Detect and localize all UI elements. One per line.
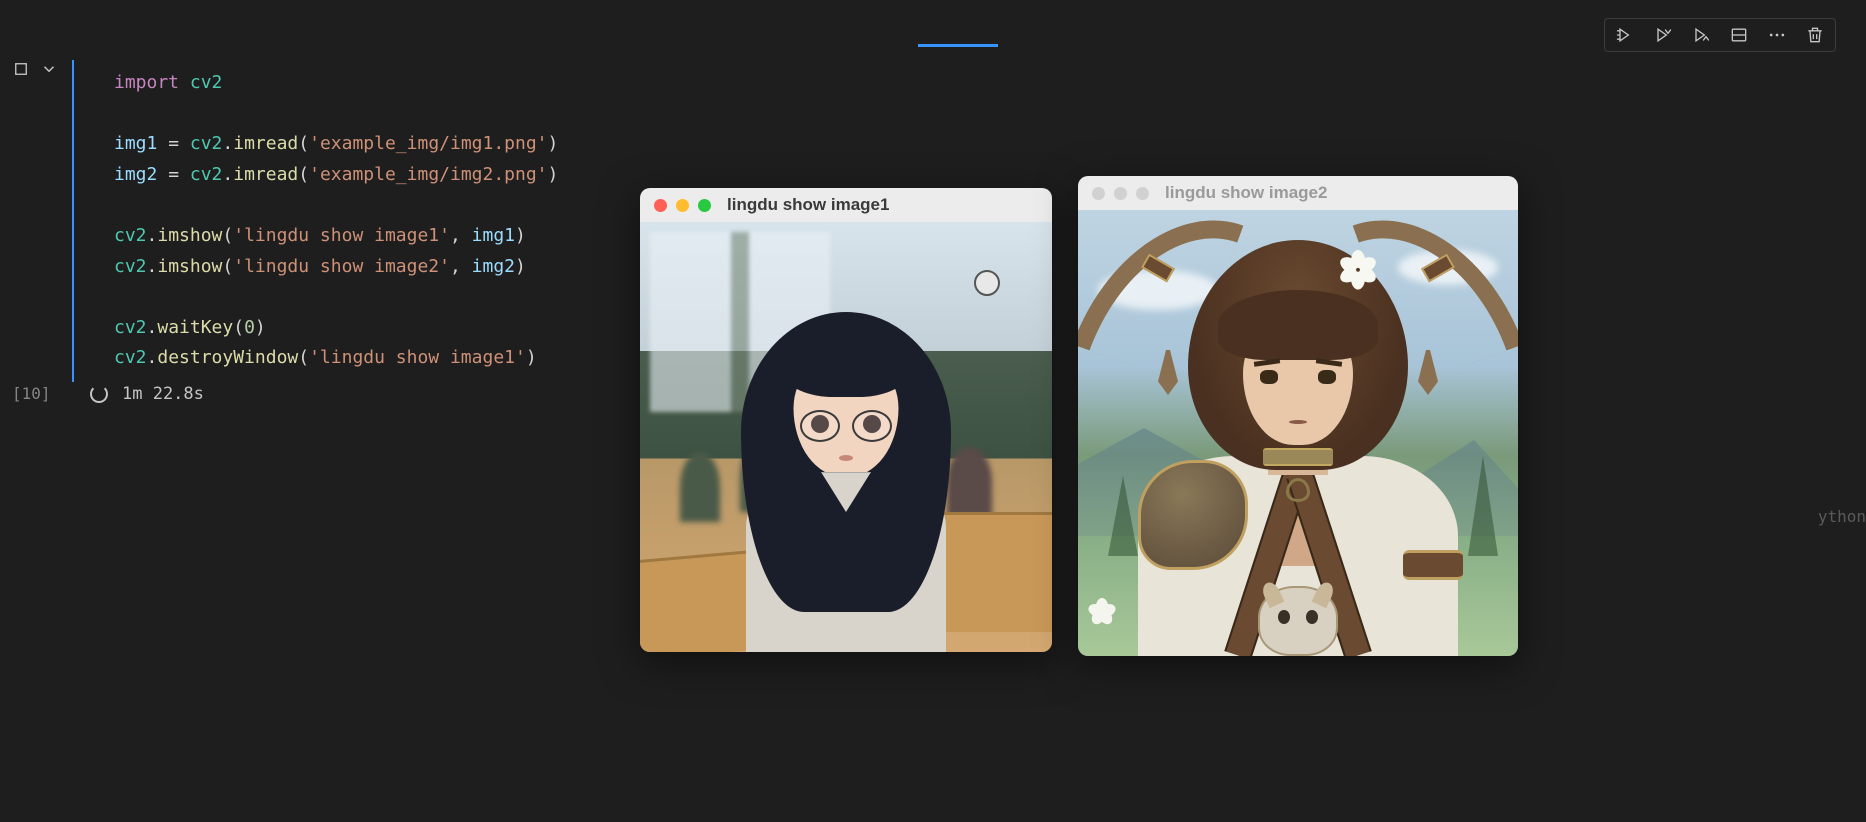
code-token: img2 (472, 256, 515, 277)
code-token: destroyWindow (157, 347, 298, 368)
code-token: ( (233, 317, 244, 338)
cv-window-image2[interactable]: lingdu show image2 (1078, 176, 1518, 656)
code-token: 'example_img/img1.png' (309, 133, 547, 154)
code-token: 'lingdu show image2' (233, 256, 450, 277)
code-token: cv2 (190, 72, 223, 93)
run-by-line-icon[interactable] (1615, 25, 1635, 45)
code-token: = (157, 164, 190, 185)
titlebar[interactable]: lingdu show image1 (640, 188, 1052, 222)
image-content (1078, 210, 1518, 656)
delete-cell-icon[interactable] (1805, 25, 1825, 45)
code-token: ) (548, 164, 559, 185)
code-token: img2 (114, 164, 157, 185)
maximize-icon[interactable] (1136, 187, 1149, 200)
code-token: , (450, 225, 472, 246)
code-token: 'lingdu show image1' (233, 225, 450, 246)
code-token: ( (298, 164, 309, 185)
execute-above-icon[interactable] (1653, 25, 1673, 45)
window-title: lingdu show image2 (1165, 183, 1327, 203)
cv-window-image1[interactable]: lingdu show image1 (640, 188, 1052, 652)
close-icon[interactable] (1092, 187, 1105, 200)
minimize-icon[interactable] (1114, 187, 1127, 200)
code-token: = (157, 133, 190, 154)
cell-active-indicator (918, 44, 998, 47)
code-token: cv2 (114, 317, 147, 338)
spinner-icon (90, 385, 108, 403)
maximize-icon[interactable] (698, 199, 711, 212)
code-token: ( (298, 347, 309, 368)
code-token: ) (515, 256, 526, 277)
cell-toolbar (1604, 18, 1836, 52)
code-token: imread (233, 164, 298, 185)
more-actions-icon[interactable] (1767, 25, 1787, 45)
language-indicator: ython (1818, 507, 1866, 526)
execution-count: [10] (12, 384, 51, 403)
code-token: waitKey (157, 317, 233, 338)
code-token: ( (222, 256, 233, 277)
code-token: ) (548, 133, 559, 154)
minimize-icon[interactable] (676, 199, 689, 212)
code-token: . (147, 225, 158, 246)
collapse-cell-icon[interactable] (40, 60, 58, 78)
code-token: ) (255, 317, 266, 338)
code-token: img1 (114, 133, 157, 154)
code-token: import (114, 72, 179, 93)
code-token: cv2 (190, 164, 223, 185)
traffic-lights (1092, 187, 1149, 200)
code-token: , (450, 256, 472, 277)
code-token: . (222, 133, 233, 154)
code-token: cv2 (114, 225, 147, 246)
code-token: . (222, 164, 233, 185)
traffic-lights (654, 199, 711, 212)
code-token: cv2 (114, 347, 147, 368)
image-content (640, 222, 1052, 652)
code-token: ( (298, 133, 309, 154)
code-token: . (147, 317, 158, 338)
code-token: . (147, 347, 158, 368)
execute-below-icon[interactable] (1691, 25, 1711, 45)
code-token: imread (233, 133, 298, 154)
cell-gutter (12, 60, 58, 78)
code-token: 0 (244, 317, 255, 338)
titlebar[interactable]: lingdu show image2 (1078, 176, 1518, 210)
code-token: . (147, 256, 158, 277)
code-token: img1 (472, 225, 515, 246)
window-title: lingdu show image1 (727, 195, 889, 215)
code-token: cv2 (114, 256, 147, 277)
split-cell-icon[interactable] (1729, 25, 1749, 45)
stop-cell-icon[interactable] (12, 60, 30, 78)
code-token: ) (526, 347, 537, 368)
close-icon[interactable] (654, 199, 667, 212)
code-token: cv2 (190, 133, 223, 154)
code-token: ) (515, 225, 526, 246)
code-token: imshow (157, 225, 222, 246)
code-token: 'lingdu show image1' (309, 347, 526, 368)
code-token: 'example_img/img2.png' (309, 164, 547, 185)
execution-time: 1m 22.8s (122, 384, 204, 404)
code-token: ( (222, 225, 233, 246)
code-token: imshow (157, 256, 222, 277)
execution-status: 1m 22.8s (90, 384, 204, 404)
